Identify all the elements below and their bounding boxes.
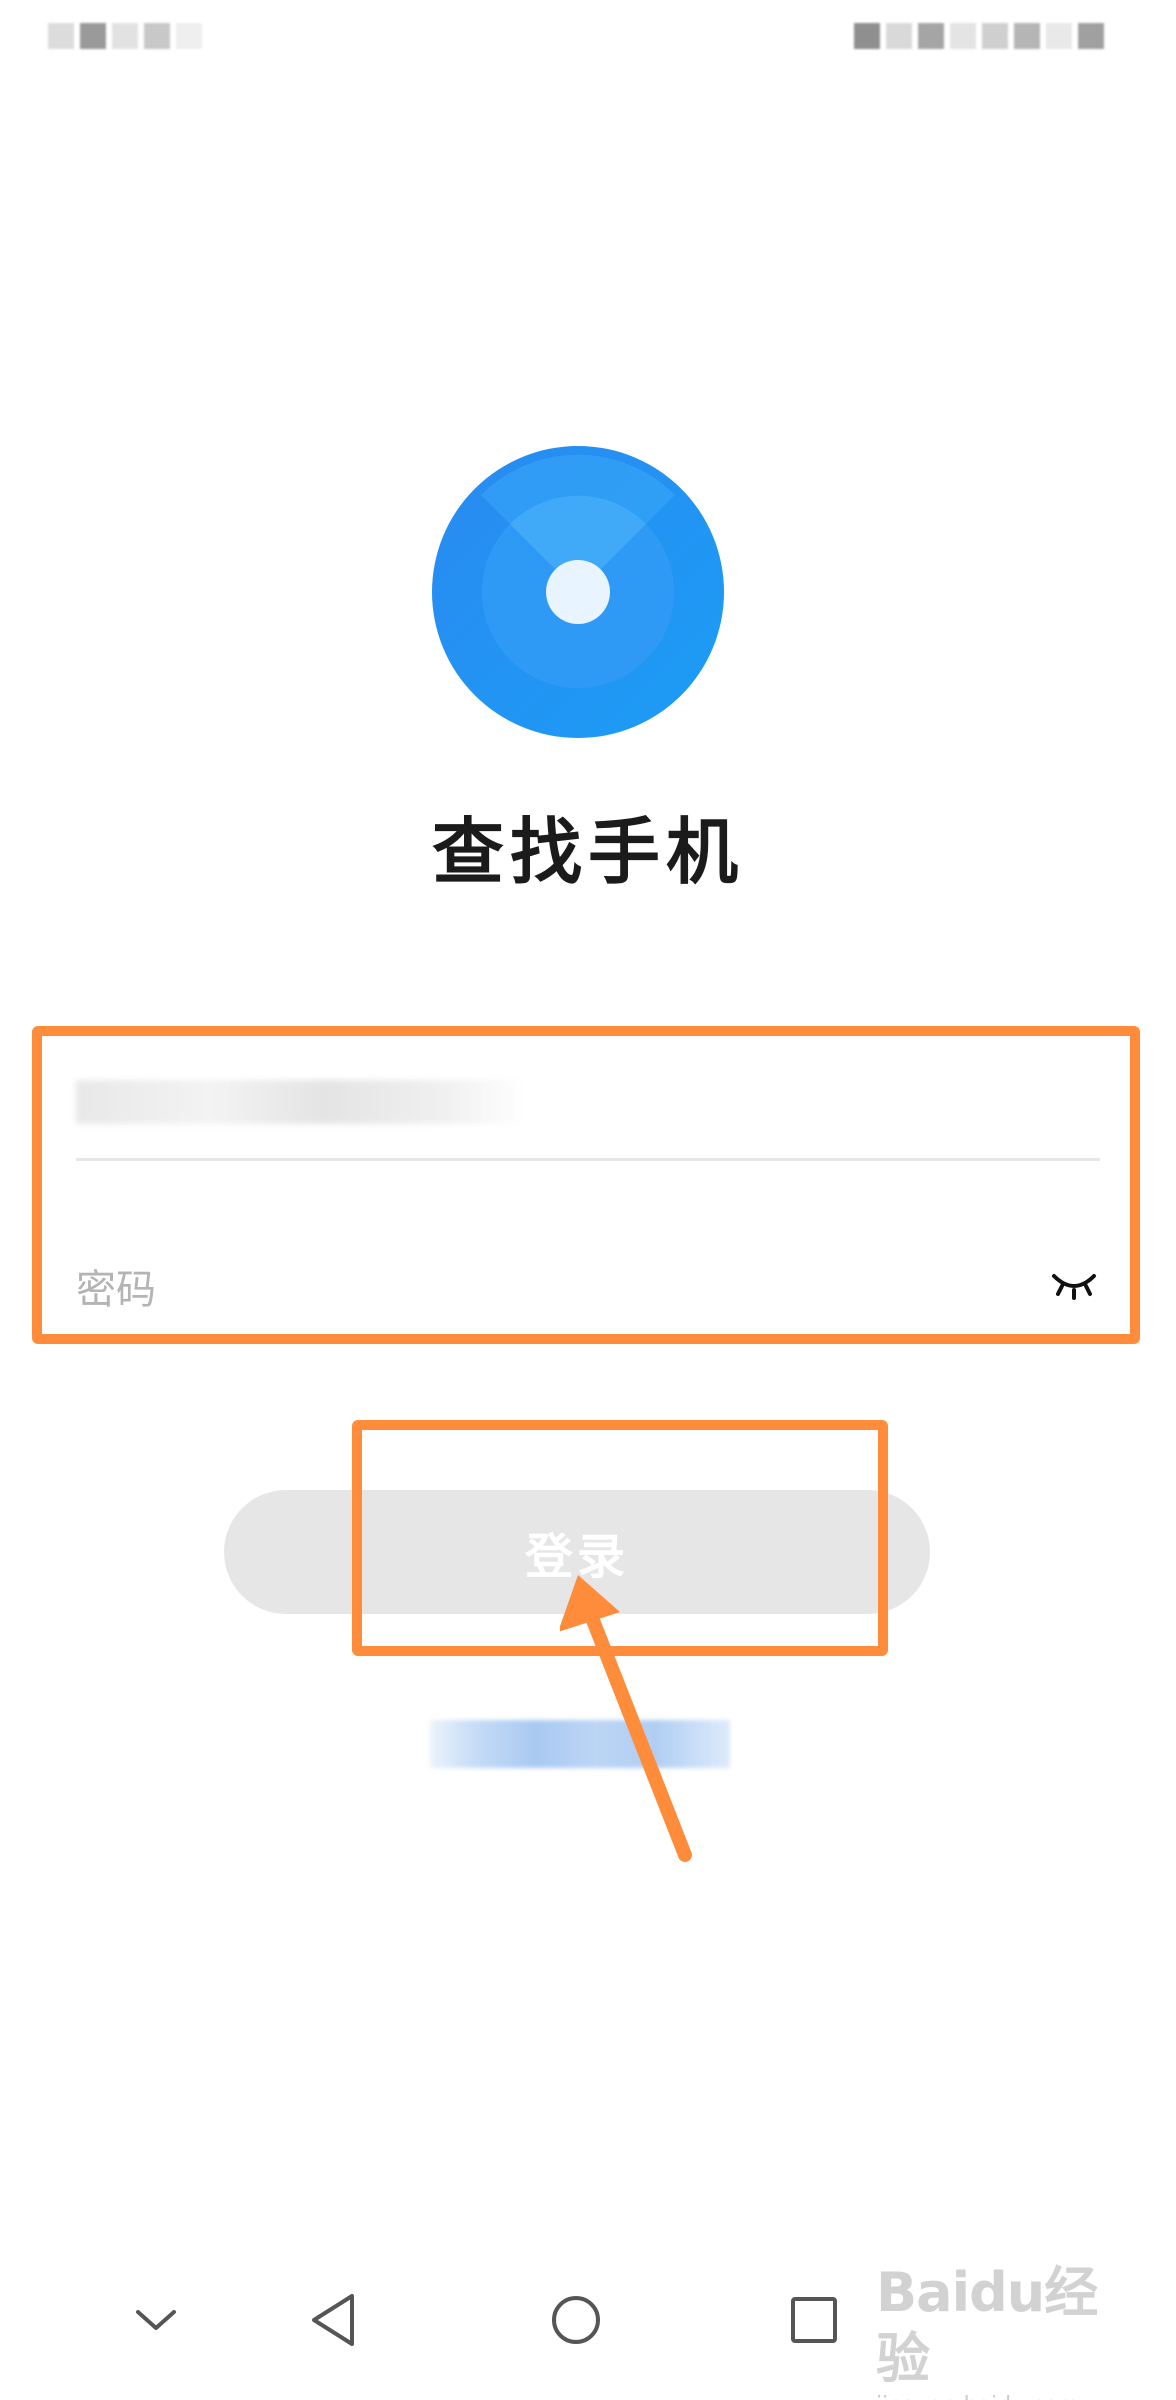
watermark-url: jingyan.baidu.com (876, 2392, 1136, 2400)
highlight-box-form (32, 1026, 1140, 1344)
home-circle-icon[interactable] (536, 2280, 616, 2360)
status-bar-left (48, 0, 202, 72)
arrow-annotation-icon (560, 1575, 692, 1862)
watermark-logo: Baidu经验 (876, 2261, 1098, 2390)
chevron-down-icon[interactable] (116, 2280, 196, 2360)
find-phone-logo-icon (432, 446, 724, 738)
app-title: 查找手机 (431, 810, 744, 894)
status-bar-right (854, 0, 1104, 72)
recents-square-icon[interactable] (774, 2280, 854, 2360)
back-triangle-icon[interactable] (296, 2280, 376, 2360)
baidu-jingyan-watermark: Baidu经验 jingyan.baidu.com (876, 2260, 1136, 2400)
screen: 查找手机 登录 Baidu经验 (0, 0, 1176, 2400)
